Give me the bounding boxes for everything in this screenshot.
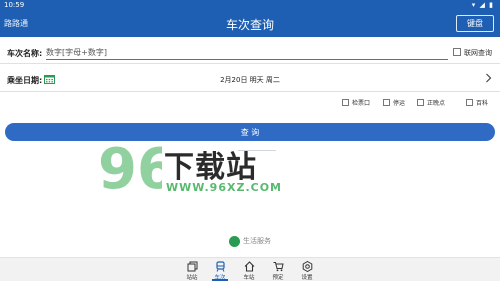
train-number-label: 车次名称:	[7, 49, 43, 58]
status-icons: ▾ ◢ ▮	[471, 1, 494, 9]
bottom-tab-bar: 站站 车次 车站 预定 设置	[0, 257, 500, 281]
train-number-row: 车次名称: 数字[字母+数字] 联网查询	[0, 40, 500, 64]
pages-icon	[187, 261, 197, 272]
gear-icon	[302, 261, 312, 272]
home-icon	[244, 261, 254, 272]
train-number-input[interactable]: 数字[字母+数字]	[46, 46, 448, 60]
tab-label: 站站	[186, 275, 198, 281]
option-gate[interactable]: 检票口	[342, 98, 370, 107]
watermark-brand: 下载站	[164, 150, 257, 185]
network-query-checkbox[interactable]	[453, 48, 461, 56]
option-delay[interactable]: 正晚点	[417, 98, 445, 107]
page-title: 车次查询	[225, 18, 274, 32]
life-service-icon	[229, 235, 240, 247]
cart-icon	[273, 262, 284, 272]
life-service[interactable]: 生活服务	[229, 235, 271, 247]
filter-options: 检票口 停运 正晚点 百科	[0, 94, 500, 110]
chevron-right-icon[interactable]	[485, 73, 492, 83]
checkbox[interactable]	[342, 99, 349, 106]
checkbox[interactable]	[466, 99, 473, 106]
status-time: 10:59	[4, 1, 25, 9]
tab-label: 设置	[301, 275, 313, 281]
tab-label: 预定	[272, 275, 284, 281]
tab-settings[interactable]: 设置	[293, 259, 321, 281]
watermark-logo-icon: 96	[98, 137, 162, 196]
option-label: 正晚点	[427, 100, 446, 107]
tab-station-to-station[interactable]: 站站	[178, 259, 206, 281]
option-label: 百科	[476, 100, 489, 107]
life-service-label: 生活服务	[243, 237, 271, 245]
app-bar: 路路通 车次查询 键盘	[0, 10, 500, 37]
option-label: 停运	[393, 100, 406, 107]
tab-train[interactable]: 车次	[206, 259, 234, 281]
checkbox[interactable]	[417, 99, 424, 106]
svg-text:96: 96	[98, 137, 162, 196]
watermark: 96 下载站 WWW.96XZ.COM	[98, 136, 281, 201]
checkbox[interactable]	[383, 99, 390, 106]
option-label: 检票口	[352, 100, 371, 107]
watermark-url: WWW.96XZ.COM	[166, 181, 282, 194]
keyboard-button[interactable]: 键盘	[456, 15, 494, 32]
option-wiki[interactable]: 百科	[466, 98, 488, 107]
tab-booking[interactable]: 预定	[264, 259, 292, 281]
date-row[interactable]: 乘坐日期: 2月20日 明天 周二	[0, 66, 500, 92]
network-query-label: 联网查询	[464, 49, 492, 57]
tab-station[interactable]: 车站	[235, 259, 263, 281]
option-suspended[interactable]: 停运	[383, 98, 405, 107]
status-bar: 10:59 ▾ ◢ ▮	[0, 0, 500, 10]
date-value: 2月20日 明天 周二	[220, 76, 280, 84]
tab-label: 车站	[243, 275, 255, 281]
train-icon	[215, 261, 225, 272]
